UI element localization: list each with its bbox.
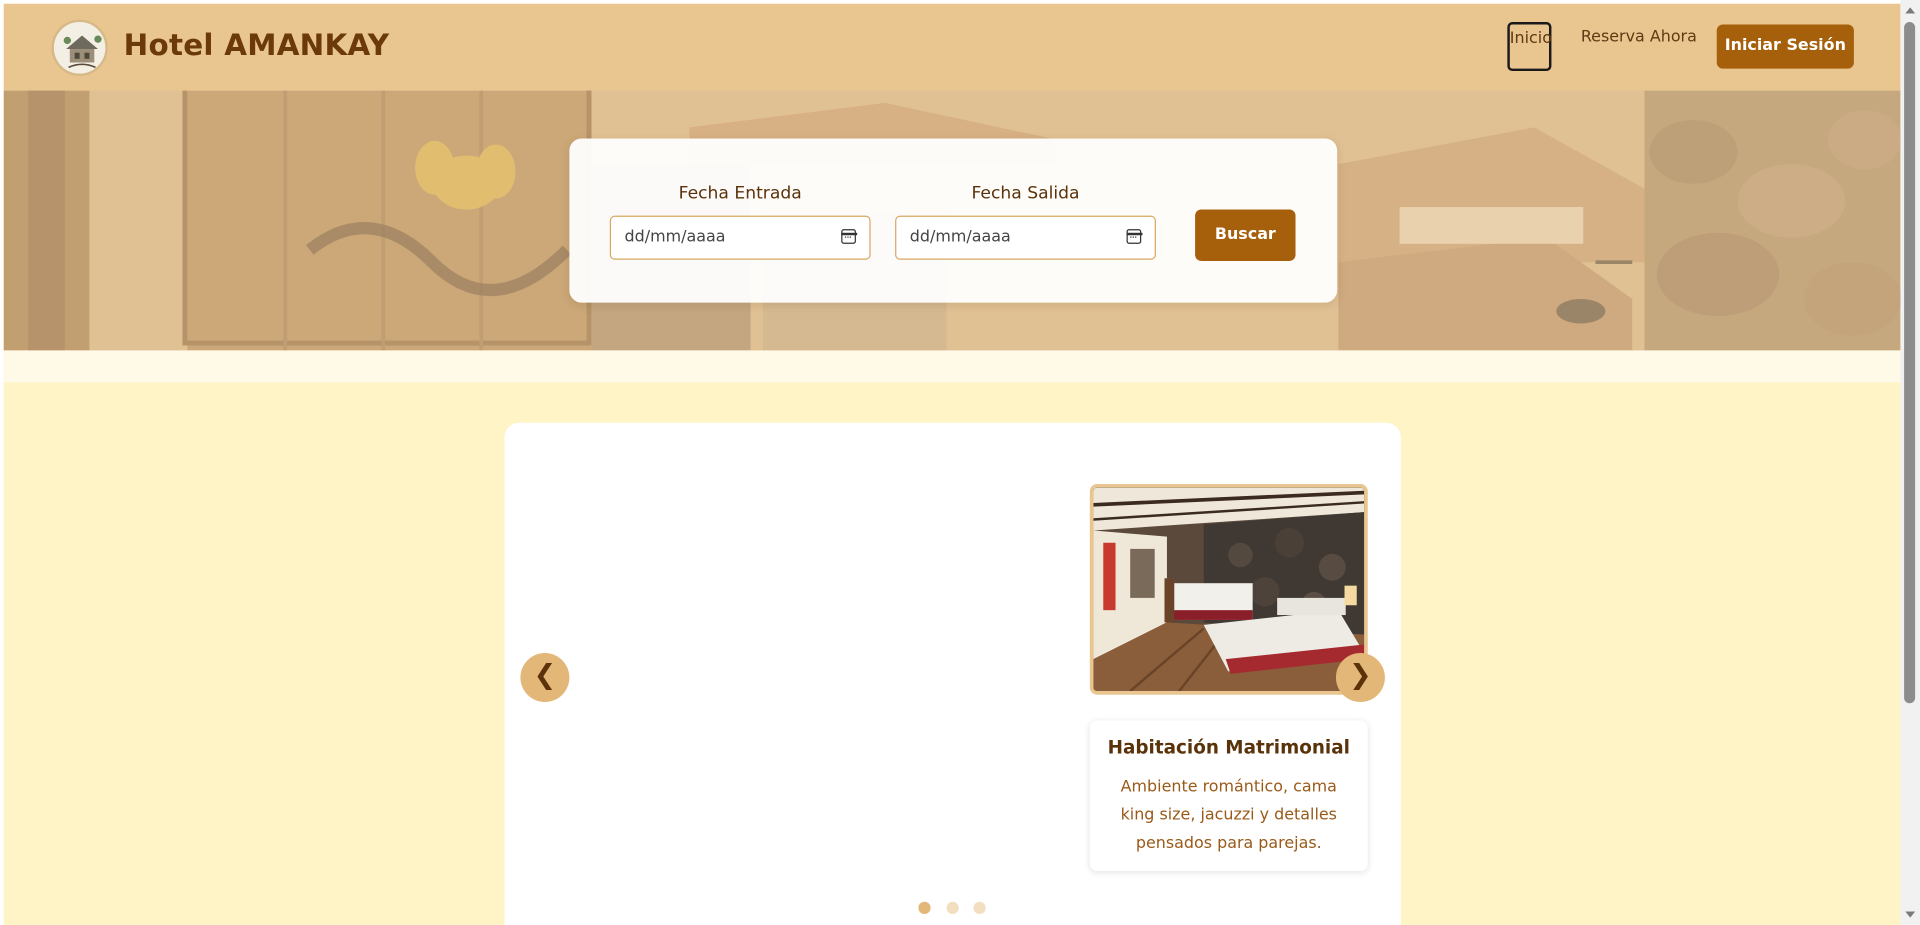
chevron-left-icon: ❮	[533, 660, 557, 692]
scroll-down-arrow-icon[interactable]	[1905, 911, 1916, 918]
check-in-date-input[interactable]: dd/mm/aaaa	[609, 215, 871, 260]
room-info-card: Habitación Matrimonial Ambiente romántic…	[1089, 720, 1368, 872]
carousel-prev-button[interactable]: ❮	[520, 653, 570, 703]
check-out-label: Fecha Salida	[971, 183, 1080, 204]
carousel-dot[interactable]	[918, 901, 931, 914]
rooms-carousel: Habitación Matrimonial Ambiente romántic…	[504, 422, 1401, 925]
chevron-right-icon: ❯	[1349, 660, 1372, 692]
carousel-dot[interactable]	[973, 901, 986, 914]
nav-link-reserva-ahora[interactable]: Reserva Ahora	[1581, 28, 1697, 46]
search-button[interactable]: Buscar	[1195, 209, 1296, 261]
login-button[interactable]: Iniciar Sesión	[1716, 24, 1854, 69]
room-title: Habitación Matrimonial	[1107, 736, 1350, 759]
hotel-logo[interactable]	[51, 19, 108, 76]
check-out-date-input[interactable]: dd/mm/aaaa	[895, 215, 1156, 260]
page: Hotel AMANKAY Inicio Reserva Ahora Inici…	[3, 3, 1901, 925]
calendar-icon[interactable]	[1125, 229, 1142, 244]
carousel-next-button[interactable]: ❯	[1335, 653, 1385, 703]
site-header: Hotel AMANKAY Inicio Reserva Ahora Inici…	[3, 3, 1901, 91]
check-out-placeholder: dd/mm/aaaa	[909, 227, 1011, 247]
nav-link-inicio[interactable]: Inicio	[1507, 22, 1552, 72]
room-description: Ambiente romántico, cama king size, jacu…	[1120, 778, 1337, 853]
calendar-icon[interactable]	[840, 229, 857, 244]
room-photo-image	[1093, 487, 1365, 692]
hero-banner: Fecha Entrada dd/mm/aaaa Fecha Salida dd…	[3, 90, 1901, 351]
scrollbar-thumb[interactable]	[1904, 22, 1916, 704]
room-photo[interactable]	[1089, 483, 1368, 695]
brand-title: Hotel AMANKAY	[123, 28, 390, 63]
check-in-placeholder: dd/mm/aaaa	[624, 227, 726, 247]
check-in-label: Fecha Entrada	[678, 183, 802, 204]
hotel-logo-image	[55, 23, 106, 74]
scroll-up-arrow-icon[interactable]	[1905, 7, 1916, 14]
vertical-scrollbar[interactable]	[1900, 0, 1920, 925]
section-divider	[3, 350, 1901, 383]
date-search-card: Fecha Entrada dd/mm/aaaa Fecha Salida dd…	[569, 138, 1338, 303]
carousel-dot[interactable]	[946, 901, 959, 914]
